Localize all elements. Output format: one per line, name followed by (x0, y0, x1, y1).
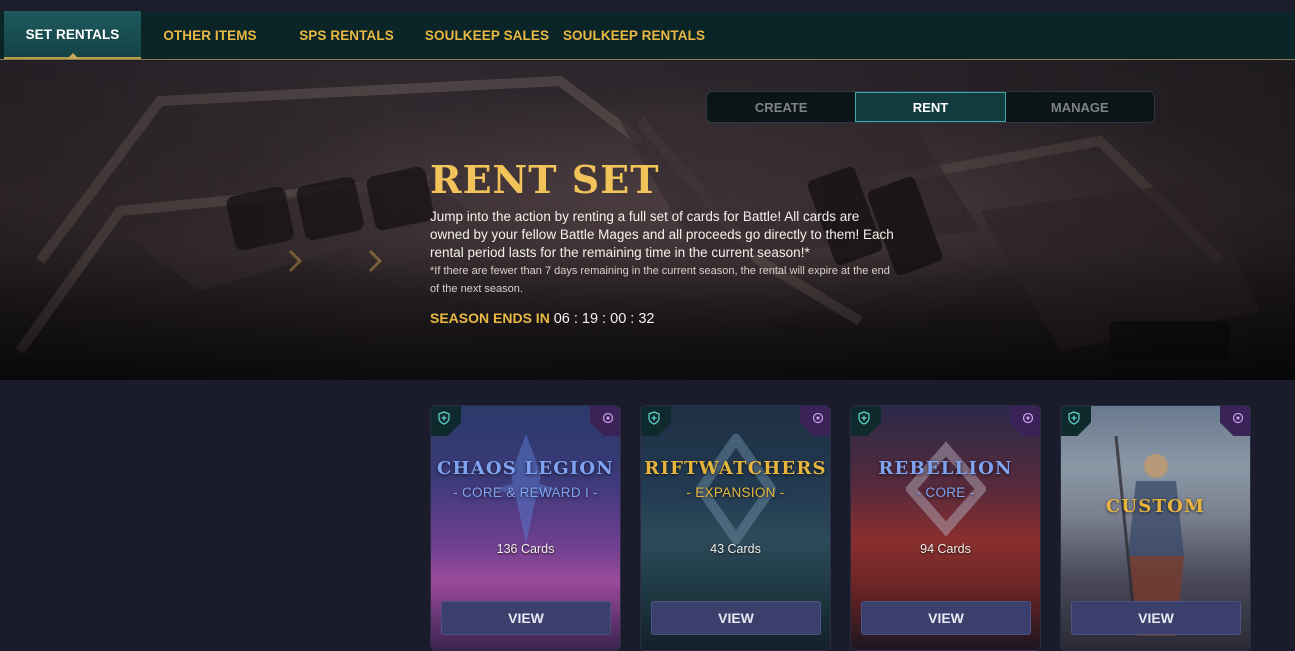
tab-soulkeep-rentals[interactable]: SOULKEEP RENTALS (560, 11, 708, 59)
tab-label: SOULKEEP SALES (424, 27, 550, 43)
rent-mode-switch: CREATE RENT MANAGE (706, 91, 1155, 123)
gear-badge-icon (812, 412, 824, 424)
set-card-rebellion[interactable]: REBELLION - CORE - 94 Cards VIEW (850, 405, 1041, 651)
rental-expiry-note: *If there are fewer than 7 days remainin… (430, 265, 890, 295)
top-strip (0, 0, 1295, 11)
active-caret-icon (66, 53, 79, 59)
set-card-riftwatchers[interactable]: RIFTWATCHERS - EXPANSION - 43 Cards VIEW (640, 405, 831, 651)
tab-label: OTHER ITEMS (163, 27, 257, 43)
hero-text-block: RENT SET Jump into the action by renting… (430, 157, 900, 328)
season-clock: 06 : 19 : 00 : 32 (553, 311, 655, 327)
page-title: RENT SET (430, 157, 660, 202)
card-count: 136 Cards (496, 542, 555, 556)
view-button[interactable]: VIEW (651, 601, 821, 635)
set-cards: CHAOS LEGION - CORE & REWARD I - 136 Car… (430, 405, 1251, 651)
view-button[interactable]: VIEW (1071, 601, 1241, 635)
set-card-chaos-legion[interactable]: CHAOS LEGION - CORE & REWARD I - 136 Car… (430, 405, 621, 651)
card-count: 94 Cards (920, 542, 971, 556)
tab-set-rentals[interactable]: SET RENTALS (4, 11, 141, 59)
rent-mode-button[interactable]: RENT (855, 92, 1006, 122)
tab-other-items[interactable]: OTHER ITEMS (141, 11, 279, 59)
set-subtitle: - EXPANSION - (686, 485, 785, 500)
gear-badge-icon (602, 412, 614, 424)
season-countdown: SEASON ENDS IN 06 : 19 : 00 : 32 (430, 310, 900, 327)
manage-mode-button[interactable]: MANAGE (1006, 92, 1154, 122)
create-mode-button[interactable]: CREATE (707, 92, 855, 122)
tab-sps-rentals[interactable]: SPS RENTALS (279, 11, 414, 59)
tab-label: SOULKEEP RENTALS (562, 27, 706, 43)
set-subtitle: - CORE - (916, 485, 975, 500)
tab-label: SET RENTALS (25, 26, 120, 42)
gear-badge-icon (1022, 412, 1034, 424)
set-card-custom[interactable]: CUSTOM VIEW (1060, 405, 1251, 651)
hero-banner: CREATE RENT MANAGE RENT SET Jump into th… (0, 61, 1295, 380)
set-title: CHAOS LEGION (437, 458, 614, 479)
tab-label: SPS RENTALS (299, 27, 394, 43)
set-title: RIFTWATCHERS (644, 458, 827, 479)
set-title: REBELLION (878, 458, 1013, 479)
hero-description: Jump into the action by renting a full s… (430, 209, 894, 260)
shield-plus-icon (858, 411, 870, 425)
shield-plus-icon (1068, 411, 1080, 425)
set-title: CUSTOM (1105, 496, 1206, 517)
set-subtitle: - CORE & REWARD I - (453, 485, 598, 500)
view-button[interactable]: VIEW (861, 601, 1031, 635)
view-button[interactable]: VIEW (441, 601, 611, 635)
shield-plus-icon (438, 411, 450, 425)
card-count: 43 Cards (710, 542, 761, 556)
tab-soulkeep-sales[interactable]: SOULKEEP SALES (414, 11, 560, 59)
rentals-nav: SET RENTALS OTHER ITEMS SPS RENTALS SOUL… (0, 11, 1295, 60)
gear-badge-icon (1232, 412, 1244, 424)
season-label: SEASON ENDS IN (430, 310, 550, 326)
shield-plus-icon (648, 411, 660, 425)
